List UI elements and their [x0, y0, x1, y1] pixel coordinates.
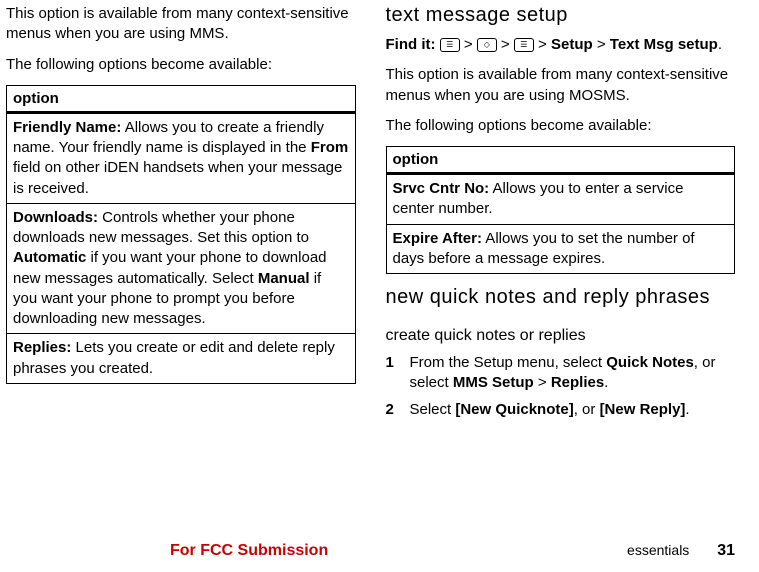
find-it-label: Find it: [386, 36, 436, 53]
right-options-table: option Srvc Cntr No: Allows you to enter… [386, 146, 736, 274]
text-message-setup-heading: text message setup [386, 4, 736, 27]
table-header: option [386, 147, 735, 174]
option-label: Replies: [13, 339, 71, 356]
right-intro-1: This option is available from many conte… [386, 65, 736, 106]
left-intro-2: The following options become available: [6, 55, 356, 75]
path-text-msg-setup: Text Msg setup [610, 36, 718, 53]
left-intro-1: This option is available from many conte… [6, 4, 356, 45]
create-quick-notes-subheading: create quick notes or replies [386, 327, 736, 345]
left-column: This option is available from many conte… [6, 4, 356, 524]
right-column: text message setup Find it: ☰ > ◇ > ☰ > … [386, 4, 736, 524]
option-label: Expire After: [393, 230, 482, 247]
path-setup: Setup [551, 36, 593, 53]
page-footer: For FCC Submission essentials 31 [0, 542, 759, 560]
option-label: Srvc Cntr No: [393, 180, 490, 197]
nav-key-icon: ◇ [477, 38, 497, 52]
table-row: Srvc Cntr No: Allows you to enter a serv… [386, 174, 735, 225]
left-options-table: option Friendly Name: Allows you to crea… [6, 85, 356, 384]
step-number: 2 [386, 400, 410, 420]
table-row: Expire After: Allows you to set the numb… [386, 224, 735, 274]
fcc-submission-label: For FCC Submission [170, 542, 328, 560]
page-number: 31 [717, 542, 735, 559]
table-row: Friendly Name: Allows you to create a fr… [7, 112, 356, 203]
option-label: Friendly Name: [13, 119, 121, 136]
section-label: essentials [627, 542, 689, 558]
option-label: Downloads: [13, 209, 98, 226]
menu-key-icon: ☰ [514, 38, 534, 52]
find-it-line: Find it: ☰ > ◇ > ☰ > Setup > Text Msg se… [386, 35, 736, 55]
step-2: 2 Select [New Quicknote], or [New Reply]… [386, 400, 736, 420]
table-row: Replies: Lets you create or edit and del… [7, 334, 356, 384]
quick-notes-heading: new quick notes and reply phrases [386, 286, 736, 309]
table-header: option [7, 85, 356, 112]
menu-key-icon: ☰ [440, 38, 460, 52]
step-1: 1 From the Setup menu, select Quick Note… [386, 353, 736, 394]
table-row: Downloads: Controls whether your phone d… [7, 203, 356, 334]
step-number: 1 [386, 353, 410, 394]
right-intro-2: The following options become available: [386, 116, 736, 136]
